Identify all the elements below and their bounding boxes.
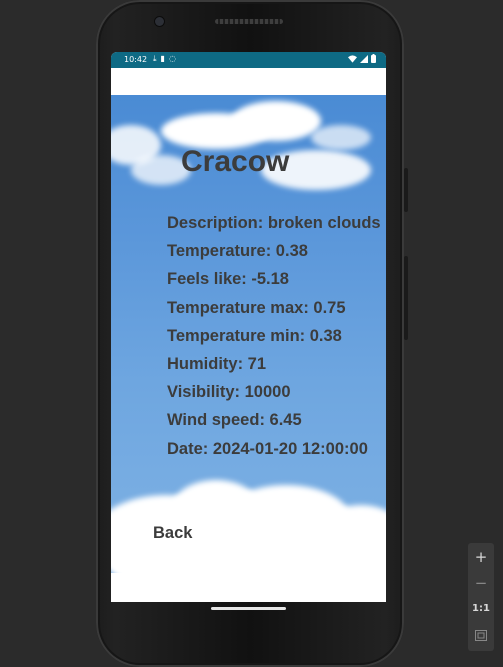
back-button[interactable]: Back bbox=[153, 524, 192, 543]
fit-screen-button[interactable] bbox=[468, 622, 494, 648]
zoom-in-button[interactable]: + bbox=[468, 544, 494, 570]
volume-button bbox=[404, 256, 408, 340]
front-camera bbox=[155, 17, 164, 26]
earpiece-speaker bbox=[215, 19, 283, 24]
status-right-icons bbox=[348, 54, 376, 63]
sync-icon: ◌ bbox=[168, 54, 180, 63]
lock-icon: ▮ bbox=[160, 54, 169, 63]
cloud-top-center bbox=[231, 101, 321, 141]
temperature-text: Temperature: 0.38 bbox=[167, 242, 308, 261]
battery-icon bbox=[371, 54, 376, 63]
weather-details: Description: broken clouds Temperature: … bbox=[167, 209, 381, 463]
weather-details-screen: Cracow Description: broken clouds Temper… bbox=[111, 95, 386, 573]
wind-speed-text: Wind speed: 6.45 bbox=[167, 411, 302, 430]
visibility-text: Visibility: 10000 bbox=[167, 383, 291, 402]
status-time: 10:42 bbox=[124, 55, 148, 64]
feels-like-text: Feels like: -5.18 bbox=[167, 270, 289, 289]
status-left-icons: ⤓▮◌ bbox=[153, 54, 180, 64]
phone-screen: 10:42 ⤓▮◌ Cracow Description: broken clo… bbox=[111, 52, 386, 602]
cloud-top-right bbox=[311, 125, 371, 150]
zoom-out-button[interactable]: − bbox=[468, 570, 494, 596]
app-bar bbox=[111, 68, 386, 95]
status-bar: 10:42 ⤓▮◌ bbox=[111, 52, 386, 68]
home-gesture-handle[interactable] bbox=[211, 607, 286, 610]
gesture-nav-bar bbox=[111, 602, 386, 622]
fit-screen-icon bbox=[475, 630, 487, 641]
actual-size-button[interactable]: 1:1 bbox=[468, 596, 494, 622]
description-text: Description: broken clouds bbox=[167, 214, 381, 232]
signal-icon bbox=[360, 54, 368, 63]
date-text: Date: 2024-01-20 12:00:00 bbox=[167, 439, 368, 458]
emulator-zoom-controls: + − 1:1 bbox=[468, 543, 494, 651]
city-title: Cracow bbox=[181, 145, 290, 178]
wifi-icon bbox=[348, 54, 357, 63]
humidity-text: Humidity: 71 bbox=[167, 354, 267, 373]
bottom-area bbox=[111, 573, 386, 602]
download-icon: ⤓ bbox=[153, 54, 161, 63]
temperature-min-text: Temperature min: 0.38 bbox=[167, 326, 342, 345]
temperature-max-text: Temperature max: 0.75 bbox=[167, 298, 346, 317]
power-button bbox=[404, 168, 408, 212]
